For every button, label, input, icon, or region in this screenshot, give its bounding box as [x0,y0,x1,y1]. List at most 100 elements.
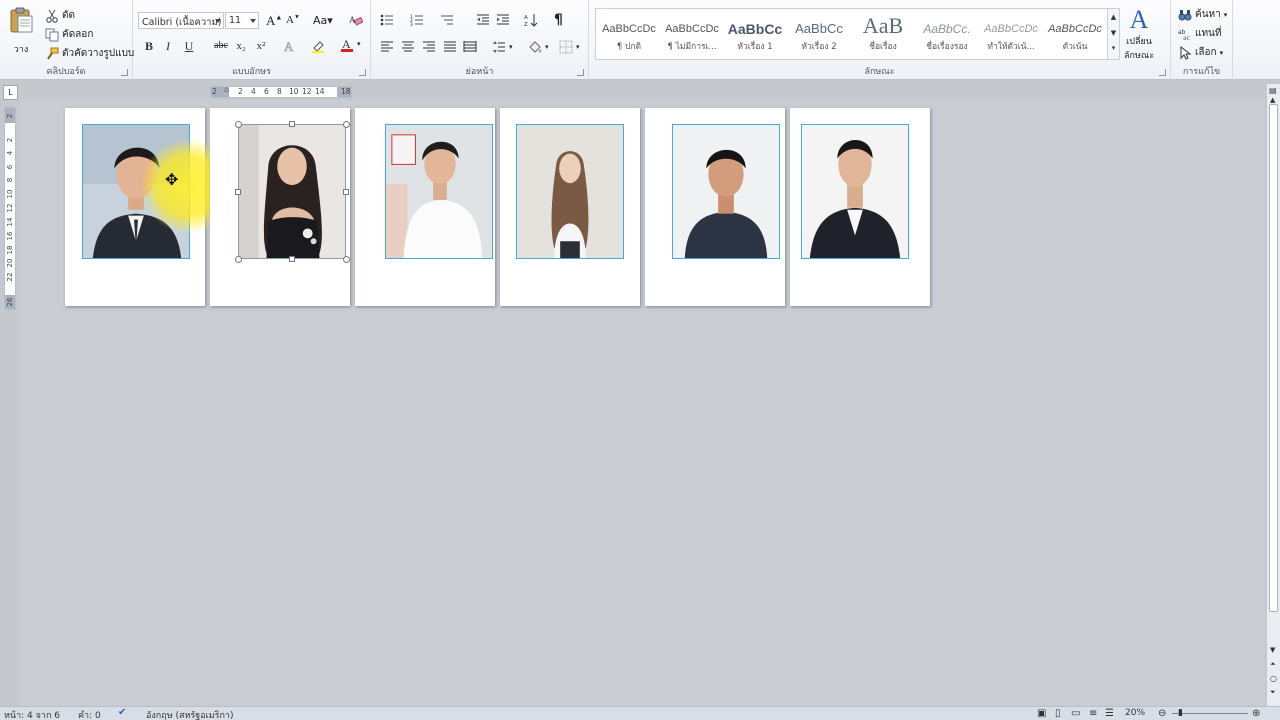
ruler-toggle-icon[interactable]: ▤ [1269,86,1277,95]
zoom-slider[interactable] [1172,713,1248,714]
vertical-scrollbar[interactable]: ▤ ▲ ▼ ⏶ ○ ⏷ [1266,84,1280,706]
horizontal-ruler[interactable]: 2 2 4 6 8 10 12 14 18 ⌂ [210,85,352,98]
font-launcher[interactable] [359,69,366,76]
grow-font-button[interactable]: A▲ [266,13,282,29]
page-info[interactable]: หน้า: 4 จาก 6 [4,708,60,720]
text-effects-button[interactable]: A [283,39,297,55]
clear-formatting-button[interactable]: A [349,13,364,27]
gallery-scroll[interactable]: ▲ ▼ ▾ [1107,9,1119,59]
photo-man-navy-shirt[interactable] [672,124,780,259]
strikethrough-button[interactable]: abc [211,38,231,54]
zoom-level[interactable]: 20% [1125,708,1145,718]
increase-indent-button[interactable] [496,13,510,27]
photo-woman-long-hair[interactable] [516,124,624,259]
font-color-button[interactable]: A ▾ [340,37,361,52]
resize-handle[interactable] [289,121,295,127]
resize-handle[interactable] [289,256,295,262]
copy-button[interactable]: คัดลอก [45,27,93,42]
paragraph-launcher[interactable] [577,69,584,76]
scrollbar-thumb[interactable] [1269,104,1278,612]
format-painter-button[interactable]: ตัวคัดวางรูปแบบ [45,46,134,61]
highlight-color-button[interactable] [311,39,325,53]
zoom-in-icon[interactable]: ⊕ [1252,708,1260,719]
underline-button[interactable]: U [181,38,197,54]
indent-marker-icon[interactable]: ⌂ [224,85,229,94]
photo-man-white-shirt[interactable] [385,124,493,259]
document-page[interactable]: ✥ [65,108,236,306]
style-title[interactable]: AaB ชื่อเรื่อง [852,11,914,57]
draft-icon[interactable]: ☰ [1105,708,1114,719]
decrease-indent-button[interactable] [476,13,490,27]
style-heading-1[interactable]: AaBbCc หัวเรื่อง 1 [724,11,786,57]
italic-button[interactable]: I [160,38,176,54]
show-marks-button[interactable]: ¶ [554,12,563,28]
style-subtle-emphasis[interactable]: AaBbCcDc ทำให้ตัวเน้... [980,11,1042,57]
style-subtitle[interactable]: AaBbCc. ชื่อเรื่องรอง [916,11,978,57]
align-center-button[interactable] [401,40,415,54]
resize-handle[interactable] [343,189,349,195]
document-page[interactable] [355,108,495,306]
line-spacing-button[interactable]: ▾ [492,40,513,54]
clipboard-launcher[interactable] [121,69,128,76]
resize-handle[interactable] [235,189,241,195]
resize-handle[interactable] [235,121,242,128]
styles-launcher[interactable] [1159,69,1166,76]
proofing-icon[interactable]: ✔ [118,707,126,718]
document-area[interactable]: ✥ [20,100,1265,706]
photo-woman-black-dress[interactable] [238,124,346,259]
web-layout-icon[interactable]: ▭ [1071,708,1080,719]
style-normal[interactable]: AaBbCcDc ¶ ปกติ [598,11,660,57]
justify-button[interactable] [443,40,457,54]
resize-handle[interactable] [343,256,350,263]
distributed-button[interactable] [463,40,477,54]
shading-button[interactable]: ▾ [528,40,549,54]
print-layout-icon[interactable]: ▣ [1037,708,1046,719]
style-no-spacing[interactable]: AaBbCcDc ¶ ไม่มีการเ... [661,11,723,57]
cut-button[interactable]: ตัด [45,8,75,23]
borders-button[interactable]: ▾ [559,40,580,54]
scroll-up-icon[interactable]: ▲ [1108,9,1119,25]
document-page[interactable] [210,108,350,306]
more-icon[interactable]: ▾ [1108,41,1119,55]
find-button[interactable]: ค้นหา ▾ [1178,7,1227,22]
previous-page-icon[interactable]: ⏶ [1270,660,1276,669]
superscript-button[interactable]: x² [253,38,269,54]
zoom-out-icon[interactable]: ⊖ [1158,708,1166,719]
change-styles-button[interactable]: A เปลี่ยน ลักษณะ [1124,6,1154,62]
bold-button[interactable]: B [141,38,157,54]
scroll-down-icon[interactable]: ▼ [1108,25,1119,41]
document-page[interactable] [645,108,785,306]
bullets-button[interactable] [380,13,394,27]
word-count[interactable]: คำ: 0 [78,708,101,720]
multilevel-list-button[interactable] [440,13,454,27]
tab-selector[interactable]: L [3,85,18,100]
style-emphasis[interactable]: AaBbCcDc ตัวเน้น [1044,11,1106,57]
document-page[interactable] [500,108,640,306]
font-size-dropdown[interactable]: 11 [225,12,259,29]
resize-handle[interactable] [343,121,350,128]
numbering-button[interactable]: 123 [410,13,424,28]
change-case-button[interactable]: Aa▾ [313,14,333,27]
replace-button[interactable]: ab ac แทนที่ [1178,26,1221,42]
resize-handle[interactable] [235,256,242,263]
align-right-button[interactable] [422,40,436,54]
next-page-icon[interactable]: ⏷ [1270,688,1276,697]
outline-icon[interactable]: ≡ [1089,708,1097,719]
zoom-thumb-icon[interactable]: ▮ [1178,708,1183,718]
sort-button[interactable]: AZ [524,13,538,28]
font-name-dropdown[interactable]: Calibri (เนื้อความ) [138,12,224,29]
language[interactable]: อังกฤษ (สหรัฐอเมริกา) [146,708,234,720]
subscript-button[interactable]: x₂ [233,38,249,54]
vertical-ruler[interactable]: 2 2 4 6 8 10 12 14 16 18 20 22 26 [4,107,16,310]
browse-object-icon[interactable]: ○ [1270,674,1277,683]
paste-button[interactable]: วาง [8,6,34,56]
align-left-button[interactable] [380,40,394,54]
select-button[interactable]: เลือก ▾ [1178,45,1223,60]
style-heading-2[interactable]: AaBbCc หัวเรื่อง 2 [788,11,850,57]
scroll-down-icon[interactable]: ▼ [1270,646,1275,654]
photo-man-black-suit[interactable] [801,124,909,259]
shrink-font-button[interactable]: A▼ [286,14,300,26]
photo-man-suit[interactable] [82,124,190,259]
document-page[interactable] [790,108,930,306]
scroll-up-icon[interactable]: ▲ [1270,96,1275,104]
